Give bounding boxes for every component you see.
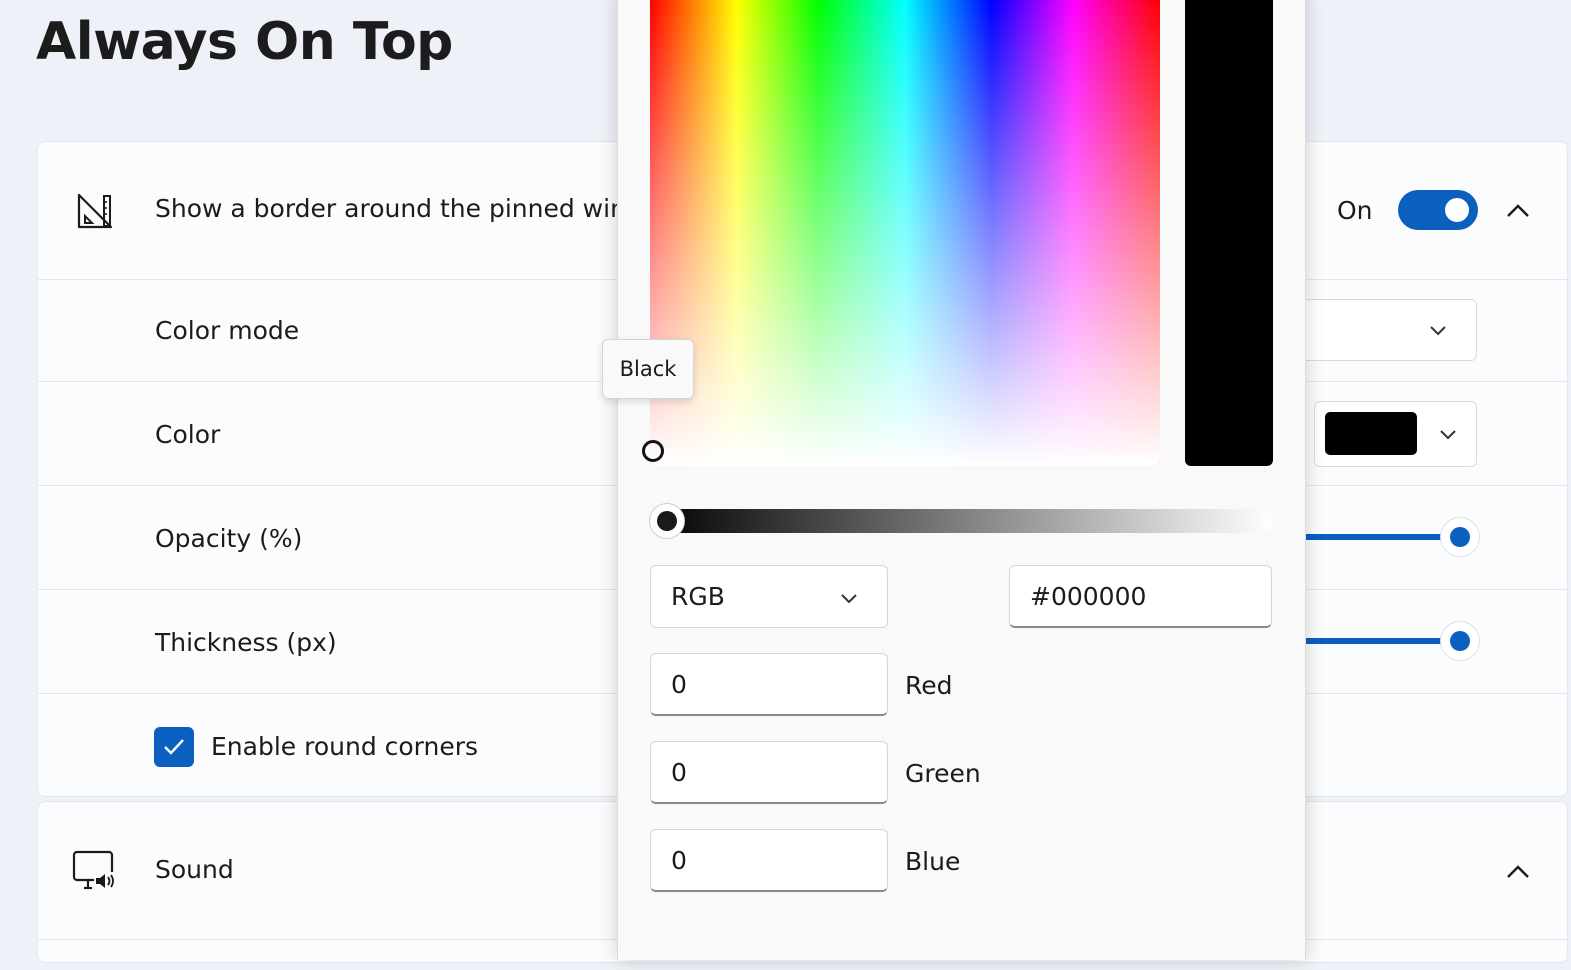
value-slider-thumb[interactable] (650, 504, 684, 538)
red-value: 0 (671, 669, 687, 699)
value-slider-track[interactable] (650, 509, 1273, 533)
opacity-slider-thumb[interactable] (1440, 517, 1480, 557)
opacity-slider-track[interactable] (1298, 534, 1448, 540)
color-mode-label: Color mode (155, 316, 300, 345)
border-toggle-switch[interactable] (1398, 190, 1478, 230)
green-label: Green (905, 759, 981, 788)
color-name-tooltip: Black (602, 339, 694, 399)
checkmark-icon (164, 739, 184, 755)
thickness-label: Thickness (px) (155, 628, 337, 657)
chevron-up-icon[interactable] (1504, 858, 1532, 886)
chevron-up-icon[interactable] (1504, 197, 1532, 225)
round-corners-label: Enable round corners (211, 732, 479, 761)
color-preview (1185, 0, 1273, 466)
ruler-triangle-icon (77, 193, 113, 229)
hex-input[interactable]: #000000 (1009, 565, 1272, 628)
hex-value: #000000 (1030, 581, 1147, 611)
color-model-dropdown[interactable]: RGB (650, 565, 888, 628)
chevron-down-icon (1440, 430, 1456, 440)
color-mode-dropdown[interactable] (1288, 299, 1477, 361)
toggle-state-text: On (1337, 196, 1373, 225)
green-value: 0 (671, 757, 687, 787)
color-picker-flyout: RGB #000000 0 Red 0 Green 0 Blue (617, 0, 1306, 960)
chevron-down-icon (1430, 326, 1446, 336)
page-title: Always On Top (36, 12, 453, 72)
opacity-label: Opacity (%) (155, 524, 303, 553)
thickness-slider-thumb[interactable] (1440, 621, 1480, 661)
round-corners-checkbox[interactable] (154, 727, 194, 767)
red-label: Red (905, 671, 953, 700)
border-toggle-label: Show a border around the pinned window (155, 194, 678, 223)
blue-input[interactable]: 0 (650, 829, 888, 892)
toggle-knob (1445, 198, 1469, 222)
color-label: Color (155, 420, 221, 449)
thickness-slider-track[interactable] (1298, 638, 1448, 644)
blue-value: 0 (671, 845, 687, 875)
blue-label: Blue (905, 847, 961, 876)
monitor-speaker-icon (72, 850, 114, 890)
spectrum-selector[interactable] (642, 440, 664, 462)
color-spectrum[interactable] (650, 0, 1160, 466)
red-input[interactable]: 0 (650, 653, 888, 716)
color-model-value: RGB (671, 582, 725, 611)
sound-label: Sound (155, 855, 234, 884)
chevron-down-icon (841, 594, 857, 604)
color-dropdown[interactable] (1314, 401, 1477, 467)
color-swatch (1325, 412, 1417, 455)
green-input[interactable]: 0 (650, 741, 888, 804)
